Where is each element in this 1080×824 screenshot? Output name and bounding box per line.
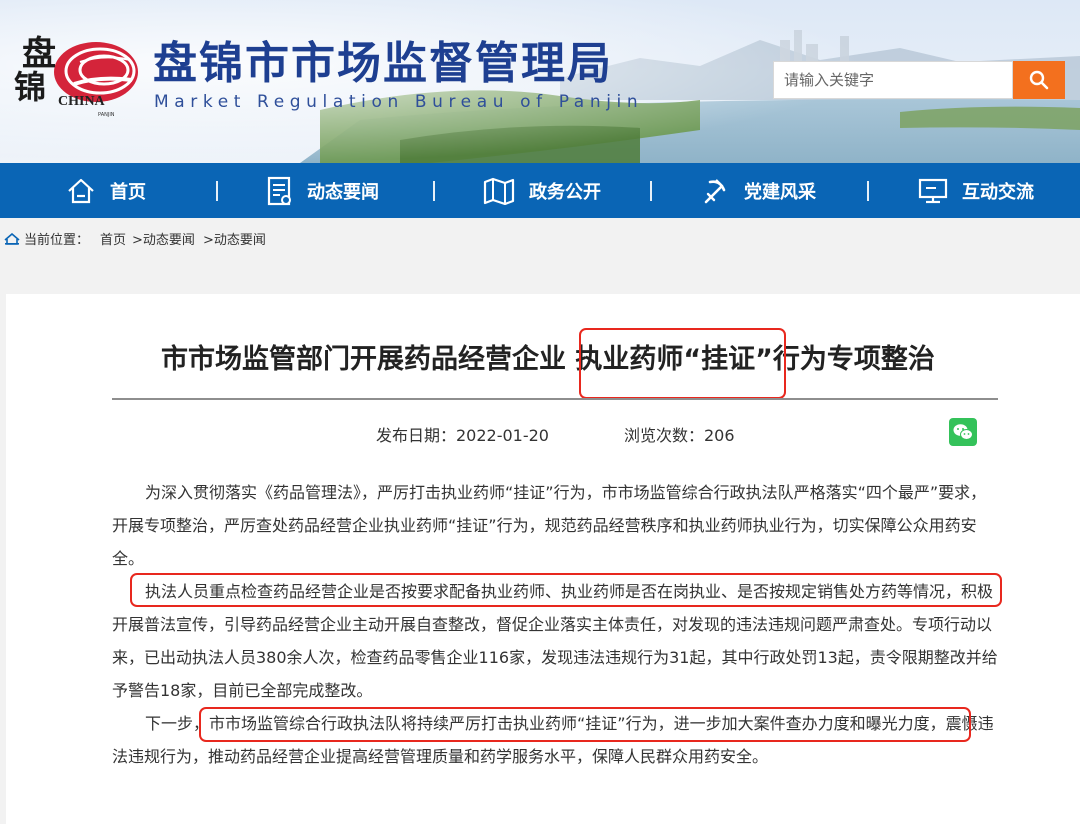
view-count: 浏览次数：206 — [624, 426, 735, 445]
nav-label-news: 动态要闻 — [307, 181, 379, 203]
nav-item-party[interactable]: 党建风采 — [702, 163, 816, 218]
site-logo[interactable]: 盘 锦 CHINA PANJIN — [14, 24, 138, 124]
nav-label-home: 首页 — [110, 181, 146, 203]
party-icon — [704, 178, 726, 203]
nav-item-home[interactable]: 首页 — [66, 163, 146, 218]
nav-item-interact[interactable]: 互动交流 — [918, 163, 1034, 218]
monitor-icon — [918, 178, 948, 203]
breadcrumb-label: 当前位置： — [24, 233, 90, 248]
title-divider — [112, 398, 998, 400]
nav-label-party: 党建风采 — [744, 181, 816, 203]
nav-divider — [867, 181, 869, 201]
nav-divider — [433, 181, 435, 201]
nav-label-interact: 互动交流 — [962, 181, 1034, 203]
breadcrumb-home[interactable]: 首页 — [100, 229, 126, 248]
nav-divider — [650, 181, 652, 201]
article-title: 市市场监管部门开展药品经营企业 执业药师“挂证”行为专项整治 — [161, 344, 935, 375]
paragraph-highlight-box — [130, 573, 1002, 607]
nav-label-gov: 政务公开 — [529, 181, 601, 203]
logo-char-2: 锦 — [14, 68, 47, 106]
article-paragraph: 为深入贯彻落实《药品管理法》，严厉打击执业药师“挂证”行为，市市场监管综合行政执… — [112, 476, 1002, 575]
news-icon — [267, 176, 291, 205]
publish-date: 发布日期：2022-01-20 — [376, 426, 549, 445]
search-icon — [1029, 70, 1049, 90]
search-button[interactable] — [1013, 61, 1065, 99]
nav-divider — [216, 181, 218, 201]
nav-item-gov[interactable]: 政务公开 — [483, 163, 601, 218]
header-banner: 盘 锦 CHINA PANJIN 盘锦市市场监督管理局 Market Regul… — [0, 0, 1080, 163]
main-nav: 首页 动态要闻 政务公开 党建风采 互动交流 — [0, 163, 1080, 218]
sentence-highlight-box — [199, 707, 971, 742]
home-small-icon — [4, 233, 20, 245]
wechat-icon — [953, 424, 973, 440]
logo-china-text: CHINA — [58, 94, 105, 109]
search-input[interactable] — [773, 61, 1013, 99]
breadcrumb: 当前位置： 首页 >动态要闻 >动态要闻 — [0, 218, 1080, 256]
site-title: 盘锦市市场监督管理局 — [153, 38, 613, 89]
nav-item-news[interactable]: 动态要闻 — [267, 163, 379, 218]
title-highlight-box — [579, 328, 786, 399]
logo-sub-text: PANJIN — [98, 112, 115, 118]
wechat-share-button[interactable] — [949, 418, 977, 446]
map-icon — [483, 177, 515, 205]
home-icon — [68, 178, 94, 203]
breadcrumb-current[interactable]: >动态要闻 — [203, 229, 266, 248]
paragraph-text: 为深入贯彻落实《药品管理法》，严厉打击执业药师“挂证”行为，市市场监管综合行政执… — [112, 483, 987, 568]
breadcrumb-news[interactable]: >动态要闻 — [132, 229, 195, 248]
site-subtitle: Market Regulation Bureau of Panjin — [154, 92, 644, 112]
